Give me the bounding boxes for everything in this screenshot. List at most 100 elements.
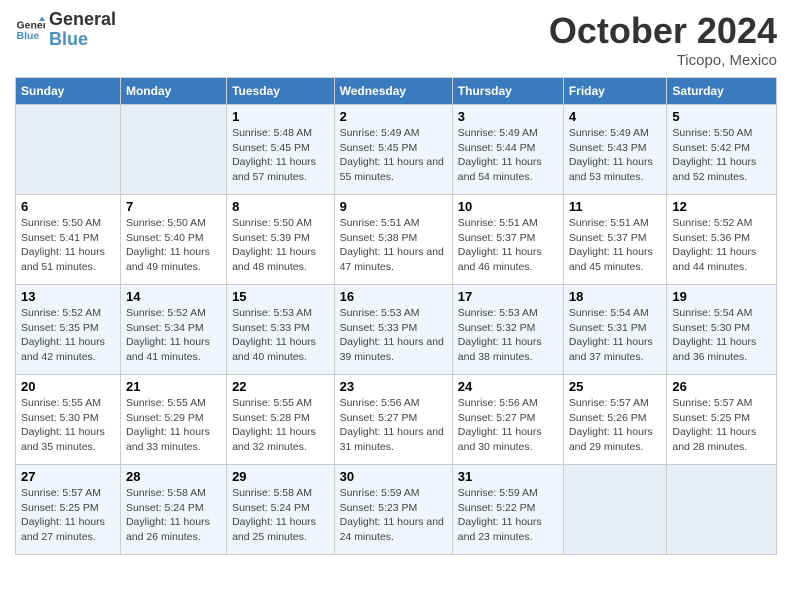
day-number: 21 [126, 379, 221, 394]
day-cell: 16Sunrise: 5:53 AMSunset: 5:33 PMDayligh… [334, 285, 452, 375]
day-number: 2 [340, 109, 447, 124]
week-row-0: 1Sunrise: 5:48 AMSunset: 5:45 PMDaylight… [16, 105, 777, 195]
day-cell: 25 Sunrise: 5:57 AMSunset: 5:26 PMDayligh… [563, 375, 667, 465]
day-cell: 4Sunrise: 5:49 AMSunset: 5:43 PMDaylight… [563, 105, 667, 195]
day-info: Sunrise: 5:58 AMSunset: 5:24 PMDaylight:… [126, 486, 221, 545]
day-number: 26 [672, 379, 771, 394]
day-cell: 20 Sunrise: 5:55 AMSunset: 5:30 PMDayligh… [16, 375, 121, 465]
day-cell: 11Sunrise: 5:51 AMSunset: 5:37 PMDayligh… [563, 195, 667, 285]
title-block: October 2024 Ticopo, Mexico [549, 10, 777, 69]
day-number: 29 [232, 469, 329, 484]
day-cell: 14 Sunrise: 5:52 AMSunset: 5:34 PMDayligh… [120, 285, 226, 375]
day-cell: 21 Sunrise: 5:55 AMSunset: 5:29 PMDayligh… [120, 375, 226, 465]
day-cell: 5 Sunrise: 5:50 AMSunset: 5:42 PMDaylight… [667, 105, 777, 195]
header-cell-saturday: Saturday [667, 78, 777, 105]
day-cell [563, 465, 667, 555]
day-cell: 28 Sunrise: 5:58 AMSunset: 5:24 PMDayligh… [120, 465, 226, 555]
day-number: 28 [126, 469, 221, 484]
day-number: 27 [21, 469, 115, 484]
day-cell [667, 465, 777, 555]
day-info: Sunrise: 5:52 AMSunset: 5:35 PMDaylight:… [21, 306, 115, 365]
day-number: 12 [672, 199, 771, 214]
day-number: 14 [126, 289, 221, 304]
day-number: 20 [21, 379, 115, 394]
svg-text:Blue: Blue [17, 30, 40, 42]
day-cell: 8Sunrise: 5:50 AMSunset: 5:39 PMDaylight… [227, 195, 335, 285]
day-cell: 15Sunrise: 5:53 AMSunset: 5:33 PMDayligh… [227, 285, 335, 375]
logo-general-text: General [49, 10, 116, 30]
header-cell-wednesday: Wednesday [334, 78, 452, 105]
day-cell: 31 Sunrise: 5:59 AMSunset: 5:22 PMDayligh… [452, 465, 563, 555]
day-number: 7 [126, 199, 221, 214]
page-header: General Blue General Blue October 2024 T… [15, 10, 777, 69]
day-info: Sunrise: 5:55 AMSunset: 5:29 PMDaylight:… [126, 396, 221, 455]
day-info: Sunrise: 5:59 AMSunset: 5:23 PMDaylight:… [340, 486, 447, 545]
day-cell: 9 Sunrise: 5:51 AMSunset: 5:38 PMDaylight… [334, 195, 452, 285]
day-cell: 19 Sunrise: 5:54 AMSunset: 5:30 PMDayligh… [667, 285, 777, 375]
day-info: Sunrise: 5:57 AMSunset: 5:26 PMDaylight:… [569, 396, 662, 455]
day-info: Sunrise: 5:54 AMSunset: 5:31 PMDaylight:… [569, 306, 662, 365]
day-cell: 17 Sunrise: 5:53 AMSunset: 5:32 PMDayligh… [452, 285, 563, 375]
day-info: Sunrise: 5:50 AMSunset: 5:42 PMDaylight:… [672, 126, 771, 185]
day-number: 31 [458, 469, 558, 484]
day-info: Sunrise: 5:55 AMSunset: 5:30 PMDaylight:… [21, 396, 115, 455]
day-cell: 29 Sunrise: 5:58 AMSunset: 5:24 PMDayligh… [227, 465, 335, 555]
day-cell: 22 Sunrise: 5:55 AMSunset: 5:28 PMDayligh… [227, 375, 335, 465]
day-number: 16 [340, 289, 447, 304]
day-info: Sunrise: 5:51 AMSunset: 5:38 PMDaylight:… [340, 216, 447, 275]
day-info: Sunrise: 5:59 AMSunset: 5:22 PMDaylight:… [458, 486, 558, 545]
day-info: Sunrise: 5:49 AMSunset: 5:44 PMDaylight:… [458, 126, 558, 185]
header-cell-thursday: Thursday [452, 78, 563, 105]
week-row-3: 20 Sunrise: 5:55 AMSunset: 5:30 PMDayligh… [16, 375, 777, 465]
day-info: Sunrise: 5:57 AMSunset: 5:25 PMDaylight:… [672, 396, 771, 455]
day-cell: 1Sunrise: 5:48 AMSunset: 5:45 PMDaylight… [227, 105, 335, 195]
day-number: 6 [21, 199, 115, 214]
day-cell: 23 Sunrise: 5:56 AMSunset: 5:27 PMDayligh… [334, 375, 452, 465]
day-number: 4 [569, 109, 662, 124]
day-number: 30 [340, 469, 447, 484]
day-info: Sunrise: 5:52 AMSunset: 5:34 PMDaylight:… [126, 306, 221, 365]
header-cell-friday: Friday [563, 78, 667, 105]
day-number: 3 [458, 109, 558, 124]
day-info: Sunrise: 5:53 AMSunset: 5:32 PMDaylight:… [458, 306, 558, 365]
day-number: 24 [458, 379, 558, 394]
location: Ticopo, Mexico [549, 52, 777, 69]
header-cell-sunday: Sunday [16, 78, 121, 105]
header-cell-monday: Monday [120, 78, 226, 105]
day-cell: 2 Sunrise: 5:49 AMSunset: 5:45 PMDaylight… [334, 105, 452, 195]
day-number: 17 [458, 289, 558, 304]
day-number: 9 [340, 199, 447, 214]
logo-icon: General Blue [15, 15, 45, 45]
day-cell: 7Sunrise: 5:50 AMSunset: 5:40 PMDaylight… [120, 195, 226, 285]
day-cell: 26 Sunrise: 5:57 AMSunset: 5:25 PMDayligh… [667, 375, 777, 465]
day-cell: 27 Sunrise: 5:57 AMSunset: 5:25 PMDayligh… [16, 465, 121, 555]
day-info: Sunrise: 5:55 AMSunset: 5:28 PMDaylight:… [232, 396, 329, 455]
day-number: 18 [569, 289, 662, 304]
day-number: 8 [232, 199, 329, 214]
day-cell [16, 105, 121, 195]
day-number: 15 [232, 289, 329, 304]
week-row-4: 27 Sunrise: 5:57 AMSunset: 5:25 PMDayligh… [16, 465, 777, 555]
header-row: SundayMondayTuesdayWednesdayThursdayFrid… [16, 78, 777, 105]
logo: General Blue General Blue [15, 10, 116, 50]
day-info: Sunrise: 5:51 AMSunset: 5:37 PMDaylight:… [458, 216, 558, 275]
day-number: 19 [672, 289, 771, 304]
day-info: Sunrise: 5:57 AMSunset: 5:25 PMDaylight:… [21, 486, 115, 545]
day-number: 22 [232, 379, 329, 394]
day-info: Sunrise: 5:54 AMSunset: 5:30 PMDaylight:… [672, 306, 771, 365]
day-cell: 18 Sunrise: 5:54 AMSunset: 5:31 PMDayligh… [563, 285, 667, 375]
week-row-1: 6Sunrise: 5:50 AMSunset: 5:41 PMDaylight… [16, 195, 777, 285]
day-info: Sunrise: 5:52 AMSunset: 5:36 PMDaylight:… [672, 216, 771, 275]
day-info: Sunrise: 5:56 AMSunset: 5:27 PMDaylight:… [340, 396, 447, 455]
day-number: 11 [569, 199, 662, 214]
day-info: Sunrise: 5:58 AMSunset: 5:24 PMDaylight:… [232, 486, 329, 545]
day-number: 10 [458, 199, 558, 214]
day-number: 23 [340, 379, 447, 394]
day-info: Sunrise: 5:49 AMSunset: 5:45 PMDaylight:… [340, 126, 447, 185]
week-row-2: 13Sunrise: 5:52 AMSunset: 5:35 PMDayligh… [16, 285, 777, 375]
header-cell-tuesday: Tuesday [227, 78, 335, 105]
day-cell: 13Sunrise: 5:52 AMSunset: 5:35 PMDayligh… [16, 285, 121, 375]
day-cell: 10 Sunrise: 5:51 AMSunset: 5:37 PMDayligh… [452, 195, 563, 285]
day-number: 25 [569, 379, 662, 394]
day-number: 5 [672, 109, 771, 124]
